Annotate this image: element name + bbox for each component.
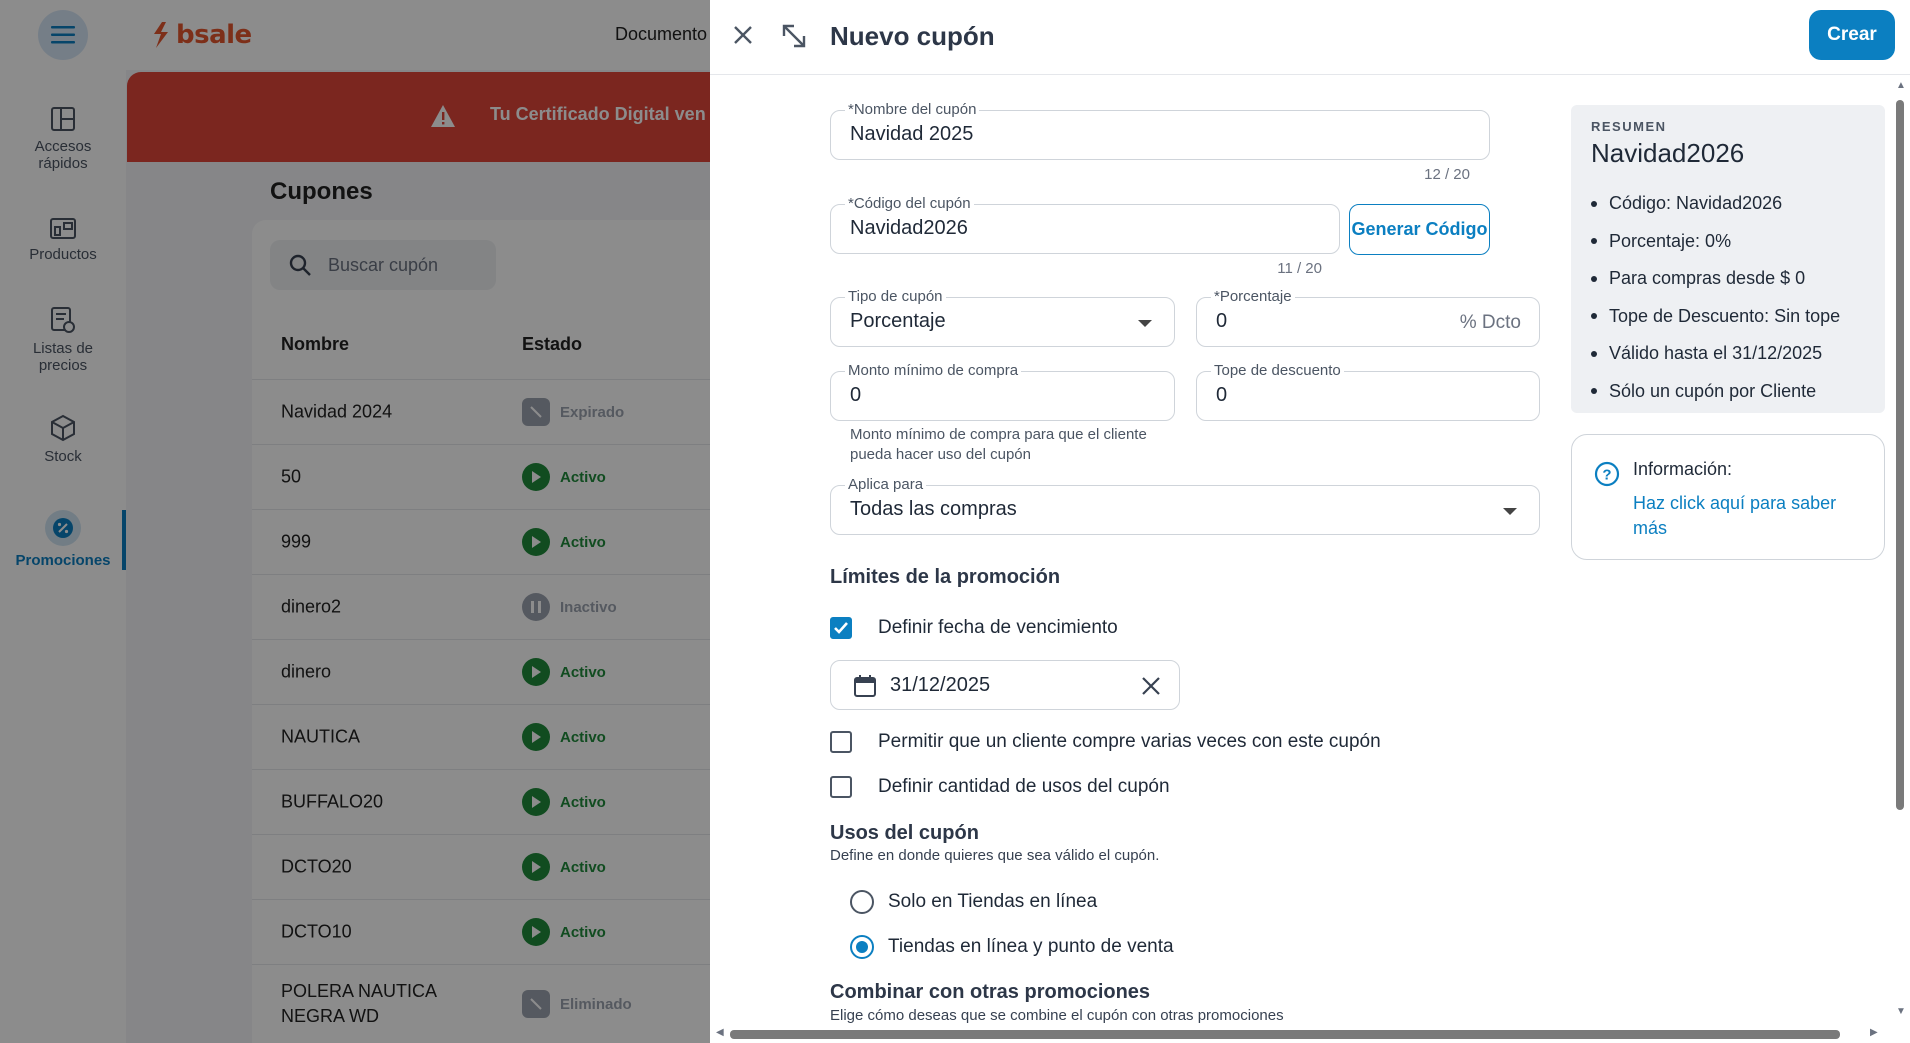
expiry-date-value: 31/12/2025 <box>890 674 991 696</box>
usage-count-checkbox[interactable] <box>830 776 852 798</box>
percentage-label: *Porcentaje <box>1211 289 1295 305</box>
generate-code-button[interactable]: Generar Código <box>1349 204 1490 255</box>
summary-list: Código: Navidad2026 Porcentaje: 0% Para … <box>1591 185 1840 410</box>
usage-subtitle: Define en donde quieres que sea válido e… <box>830 847 1160 864</box>
coupon-code-value: Navidad2026 <box>850 217 968 239</box>
coupon-name-counter: 12 / 20 <box>1424 166 1470 183</box>
calendar-icon <box>854 675 876 697</box>
scroll-thumb[interactable] <box>1896 100 1904 810</box>
scroll-down-icon[interactable]: ▼ <box>1896 1006 1906 1017</box>
discount-cap-value: 0 <box>1216 384 1228 406</box>
summary-item: Código: Navidad2026 <box>1591 185 1840 223</box>
discount-cap-field[interactable]: Tope de descuento 0 <box>1196 363 1540 421</box>
summary-kicker: RESUMEN <box>1591 119 1667 134</box>
min-purchase-helper: Monto mínimo de compra para que el clien… <box>850 426 1147 463</box>
scroll-right-icon[interactable]: ▶ <box>1870 1027 1878 1038</box>
create-button[interactable]: Crear <box>1809 10 1895 60</box>
coupon-type-label: Tipo de cupón <box>845 289 946 305</box>
summary-item: Tope de Descuento: Sin tope <box>1591 298 1840 336</box>
coupon-type-value: Porcentaje <box>850 310 946 332</box>
info-card: ? Información: Haz click aquí para saber… <box>1571 434 1885 560</box>
applies-to-select[interactable]: Aplica para Todas las compras <box>830 477 1540 535</box>
info-title: Información: <box>1633 459 1733 479</box>
multi-purchase-checkbox[interactable] <box>830 731 852 753</box>
summary-item: Porcentaje: 0% <box>1591 223 1840 261</box>
coupon-code-field[interactable]: *Código del cupón Navidad2026 <box>830 196 1340 254</box>
applies-to-label: Aplica para <box>845 477 927 493</box>
multi-purchase-label[interactable]: Permitir que un cliente compre varias ve… <box>878 731 1381 753</box>
combine-subtitle: Elige cómo deseas que se combine el cupó… <box>830 1007 1284 1024</box>
vertical-scrollbar[interactable] <box>1893 80 1905 1035</box>
usage-count-label[interactable]: Definir cantidad de usos del cupón <box>878 776 1170 798</box>
summary-item: Para compras desde $ 0 <box>1591 260 1840 298</box>
close-icon[interactable] <box>730 22 756 48</box>
drawer-title: Nuevo cupón <box>830 21 995 51</box>
min-purchase-value: 0 <box>850 384 862 406</box>
radio-online-only[interactable] <box>850 890 874 914</box>
radio-online-and-pos[interactable] <box>850 935 874 959</box>
expiry-label[interactable]: Definir fecha de vencimiento <box>878 617 1118 639</box>
radio-online-only-label[interactable]: Solo en Tiendas en línea <box>888 891 1097 913</box>
percentage-value: 0 <box>1216 310 1228 332</box>
coupon-code-label: *Código del cupón <box>845 196 974 212</box>
applies-to-value: Todas las compras <box>850 498 1017 520</box>
help-icon: ? <box>1594 461 1620 487</box>
coupon-name-value: Navidad 2025 <box>850 123 974 145</box>
horizontal-scrollbar[interactable] <box>730 1030 1840 1039</box>
radio-online-and-pos-label[interactable]: Tiendas en línea y punto de venta <box>888 936 1174 958</box>
percentage-suffix: % Dcto <box>1459 312 1521 333</box>
expand-icon[interactable] <box>780 22 808 50</box>
scroll-up-icon[interactable]: ▲ <box>1896 80 1906 91</box>
combine-title: Combinar con otras promociones <box>830 981 1151 1003</box>
coupon-type-select[interactable]: Tipo de cupón Porcentaje <box>830 289 1175 347</box>
check-icon <box>834 622 848 634</box>
drawer-header: Nuevo cupón Crear <box>710 0 1910 75</box>
scroll-left-icon[interactable]: ◀ <box>716 1027 724 1038</box>
clear-icon[interactable] <box>1140 675 1162 697</box>
percentage-field[interactable]: *Porcentaje 0 % Dcto <box>1196 289 1540 347</box>
coupon-code-counter: 11 / 20 <box>1277 260 1322 277</box>
chevron-down-icon <box>1503 508 1517 515</box>
discount-cap-label: Tope de descuento <box>1211 363 1344 379</box>
expiry-checkbox[interactable] <box>830 617 852 639</box>
coupon-name-label: *Nombre del cupón <box>845 102 980 118</box>
summary-panel: RESUMEN Navidad2026 Código: Navidad2026 … <box>1571 105 1885 413</box>
chevron-down-icon <box>1138 320 1152 327</box>
learn-more-link[interactable]: Haz click aquí para saber más <box>1633 491 1863 541</box>
coupon-name-field[interactable]: *Nombre del cupón Navidad 2025 <box>830 102 1490 160</box>
expiry-date-field[interactable]: 31/12/2025 <box>830 660 1180 710</box>
modal-backdrop[interactable] <box>0 0 710 1043</box>
min-purchase-field[interactable]: Monto mínimo de compra 0 <box>830 363 1175 421</box>
new-coupon-drawer: Nuevo cupón Crear *Nombre del cupón Navi… <box>710 0 1910 1043</box>
limits-title: Límites de la promoción <box>830 566 1061 588</box>
summary-item: Sólo un cupón por Cliente <box>1591 373 1840 411</box>
min-purchase-label: Monto mínimo de compra <box>845 363 1022 379</box>
usage-title: Usos del cupón <box>830 822 979 844</box>
summary-title: Navidad2026 <box>1591 138 1745 168</box>
svg-text:?: ? <box>1602 467 1611 484</box>
summary-item: Válido hasta el 31/12/2025 <box>1591 335 1840 373</box>
